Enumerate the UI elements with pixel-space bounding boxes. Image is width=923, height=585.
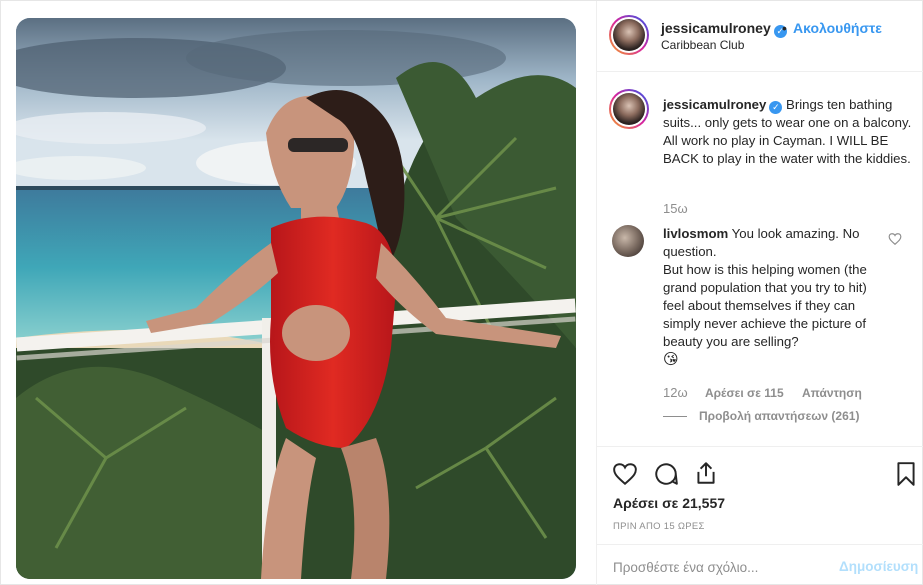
location-link[interactable]: Caribbean Club	[661, 38, 744, 52]
share-icon[interactable]	[693, 460, 719, 486]
replies-divider-line	[663, 416, 687, 418]
kiss-emoji-icon: 😘	[663, 351, 679, 368]
caption-author-avatar[interactable]	[609, 89, 649, 129]
commenter-avatar[interactable]	[612, 225, 644, 257]
comment-time[interactable]: 12ω	[663, 385, 688, 400]
caption-text-block: jessicamulroney ✓ Brings ten bathing suit…	[663, 96, 913, 168]
comment-line-2: But how is this helping women (the grand…	[663, 262, 867, 349]
comment-likes-count[interactable]: Αρέσει σε 115	[705, 386, 784, 400]
follow-button[interactable]: Ακολουθήστε	[793, 20, 882, 36]
comment-like-heart-icon[interactable]	[888, 232, 902, 246]
comment-meta: 12ω Αρέσει σε 115 Απάντηση	[663, 385, 862, 400]
comment-icon[interactable]	[653, 461, 679, 487]
caption-username[interactable]: jessicamulroney	[663, 97, 766, 112]
post-likes-count[interactable]: Αρέσει σε 21,557	[613, 495, 725, 511]
post-comment-button[interactable]: Δημοσίευση	[839, 559, 918, 574]
heart-icon[interactable]	[612, 461, 638, 487]
post-sidebar: jessicamulroney ✓ • Ακολουθήστε Caribbean…	[596, 1, 923, 585]
post-header: jessicamulroney ✓ • Ακολουθήστε Caribbean…	[597, 1, 923, 72]
bookmark-icon[interactable]	[893, 461, 919, 487]
commenter-username[interactable]: livlosmom	[663, 226, 728, 241]
instagram-post: jessicamulroney ✓ • Ακολουθήστε Caribbean…	[0, 0, 923, 585]
post-actions: Αρέσει σε 21,557 ΠΡΙΝ ΑΠΟ 15 ΩΡΕΣ Δημοσί…	[597, 446, 923, 585]
separator-dot: •	[782, 20, 787, 36]
caption-time[interactable]: 15ω	[663, 201, 688, 216]
comment-input[interactable]	[613, 557, 833, 577]
post-photo[interactable]	[16, 18, 576, 579]
author-avatar[interactable]	[609, 15, 649, 55]
view-replies-button[interactable]: Προβολή απαντήσεων (261)	[663, 409, 859, 423]
author-username[interactable]: jessicamulroney ✓	[661, 20, 787, 38]
reply-button[interactable]: Απάντηση	[802, 386, 862, 400]
comment-text-block: livlosmom You look amazing. No question.…	[663, 225, 883, 369]
verified-badge-icon: ✓	[769, 101, 783, 114]
beach-balcony-image	[16, 18, 576, 579]
add-comment-bar: Δημοσίευση	[597, 544, 923, 585]
post-timestamp[interactable]: ΠΡΙΝ ΑΠΟ 15 ΩΡΕΣ	[613, 521, 705, 532]
